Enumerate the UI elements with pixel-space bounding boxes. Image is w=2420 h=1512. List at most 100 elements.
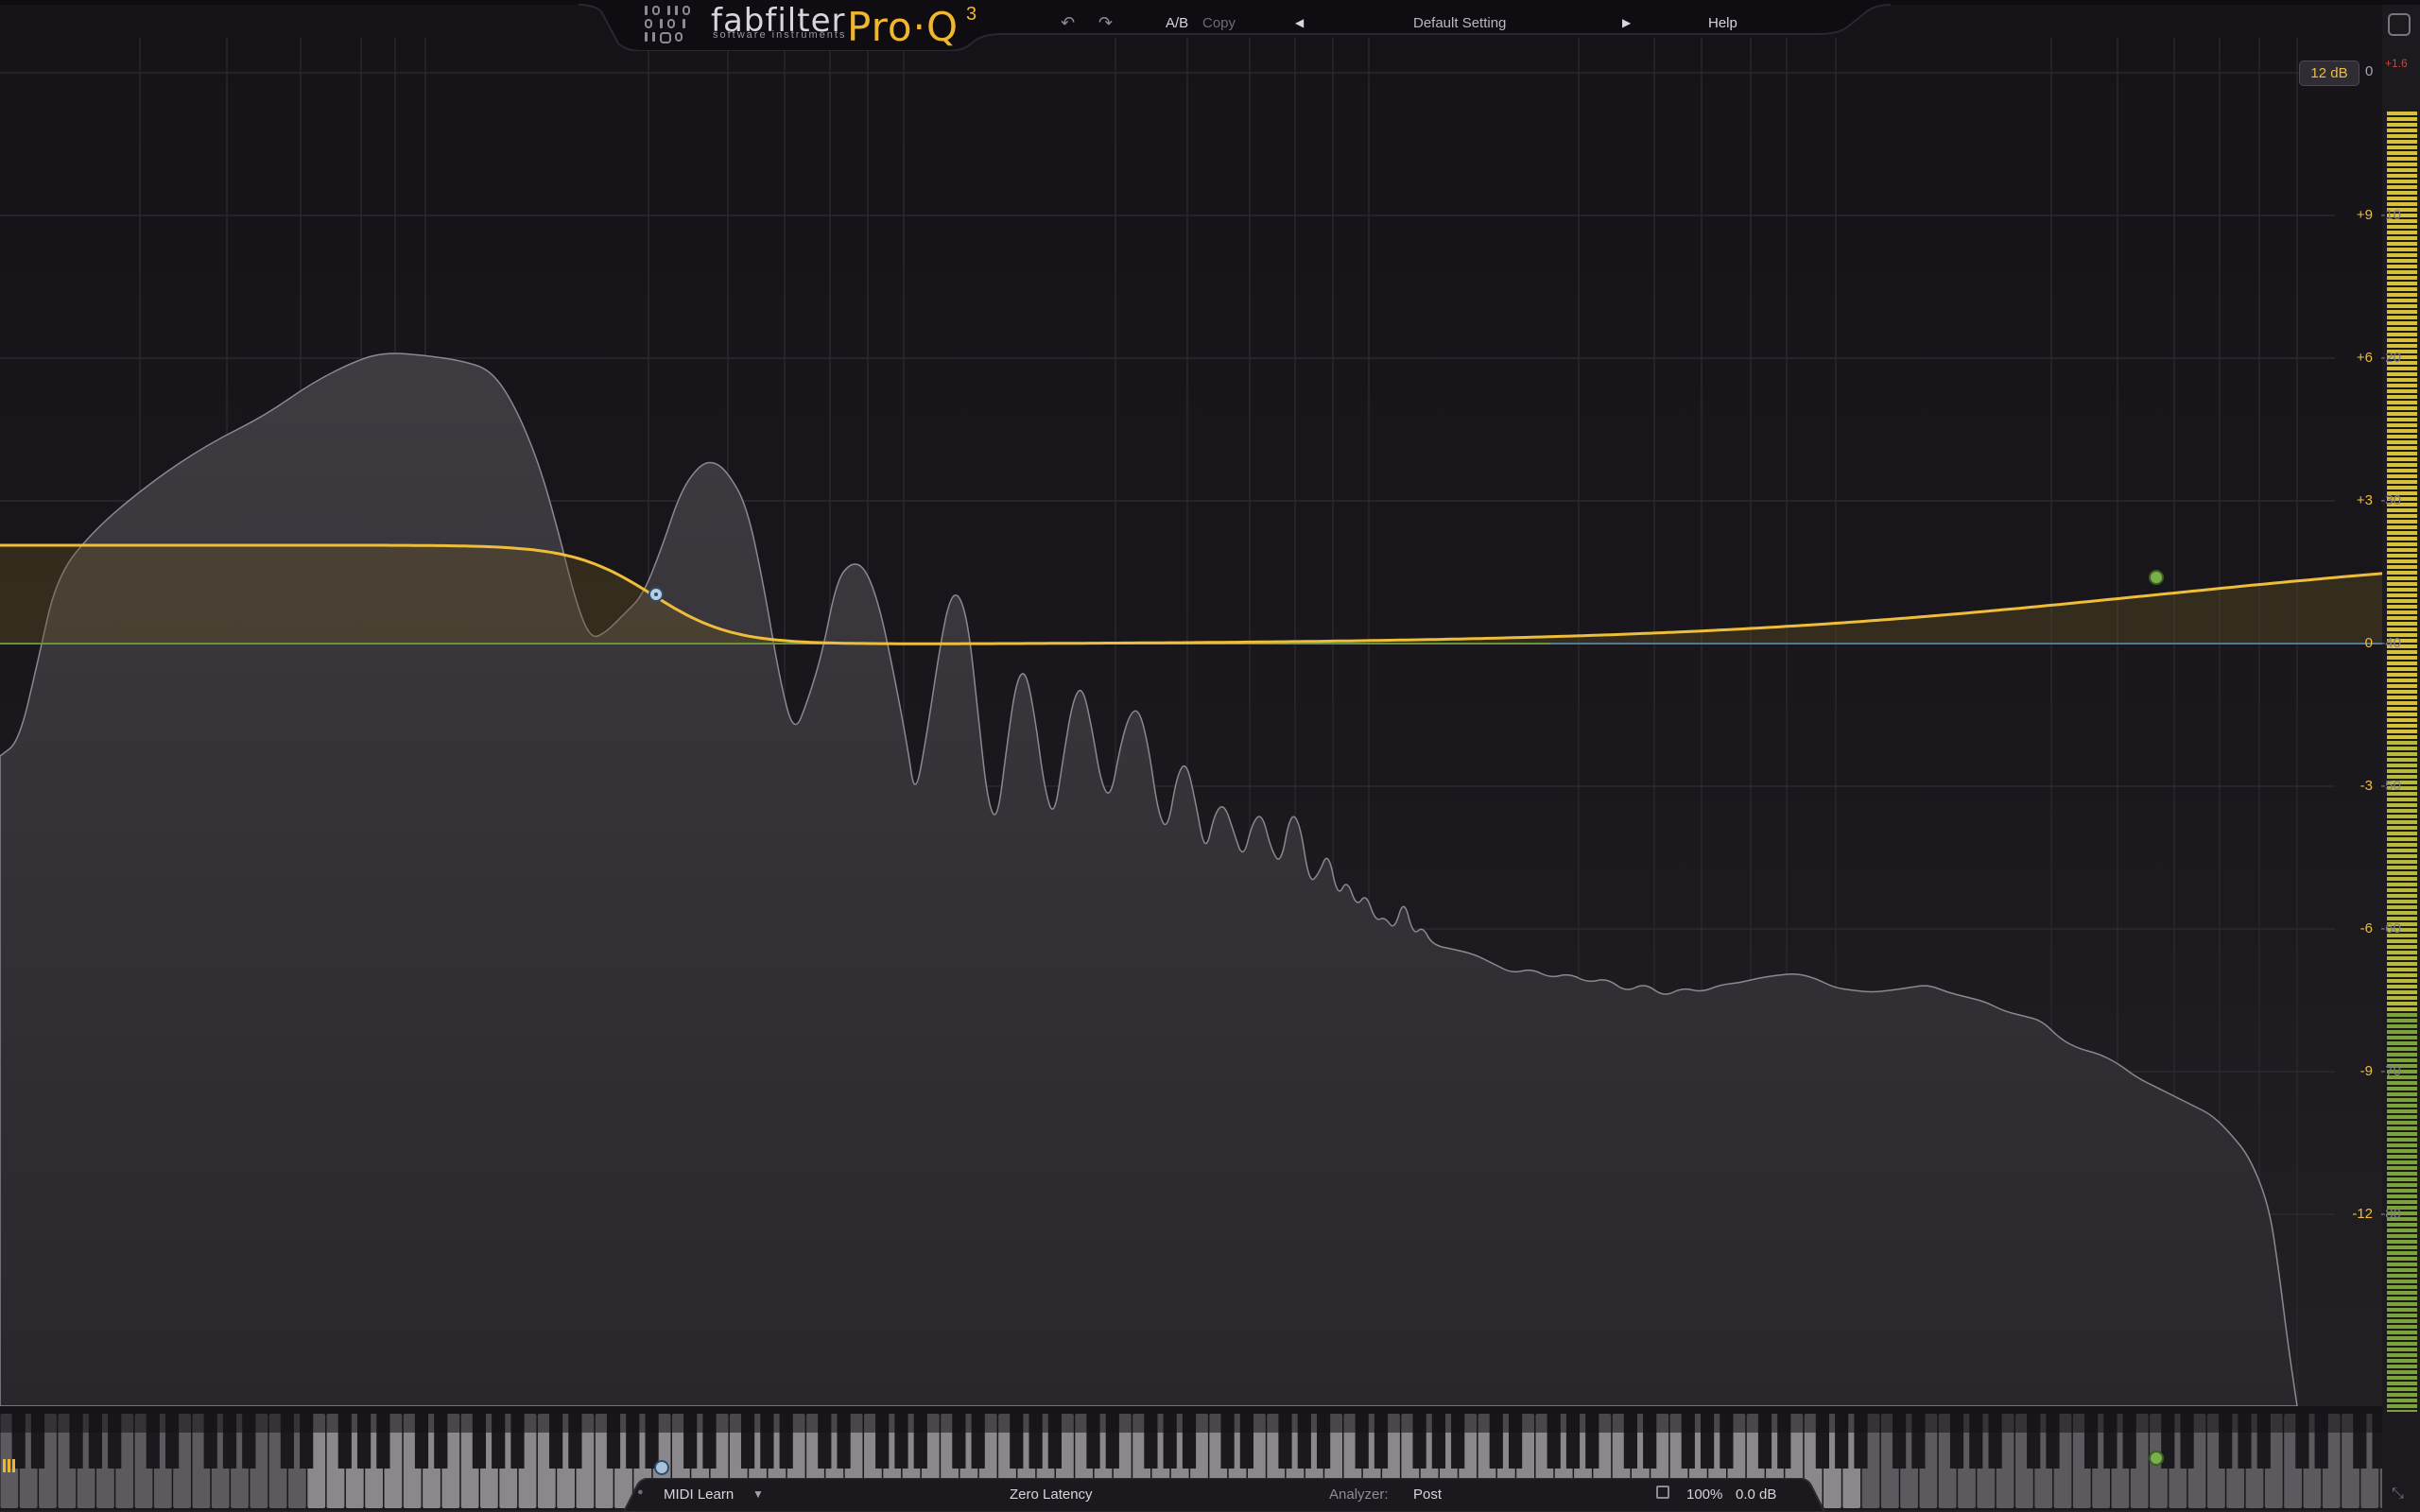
- meter-segment: [2387, 979, 2417, 983]
- help-button[interactable]: Help: [1708, 15, 1737, 31]
- meter-segment: [2387, 287, 2417, 291]
- meter-segment: [2387, 197, 2417, 200]
- midi-learn-button[interactable]: MIDI Learn: [664, 1486, 734, 1503]
- meter-segment: [2387, 344, 2417, 348]
- analyzer-mode-button[interactable]: Post: [1413, 1486, 1442, 1503]
- meter-segment: [2387, 310, 2417, 314]
- meter-segment: [2387, 480, 2417, 484]
- meter-segment: [2387, 1104, 2417, 1108]
- meter-segment: [2387, 117, 2417, 121]
- meter-segment: [2387, 1058, 2417, 1062]
- ab-toggle-button[interactable]: A/B: [1166, 15, 1188, 31]
- meter-segment: [2387, 900, 2417, 903]
- meter-segment: [2387, 1291, 2417, 1295]
- meter-segment: [2387, 293, 2417, 297]
- meter-segment: [2387, 854, 2417, 858]
- meter-segment: [2387, 769, 2417, 773]
- zoom-icon[interactable]: [1656, 1486, 1669, 1499]
- meter-segment: [2387, 803, 2417, 807]
- brand-subtitle: software instruments: [713, 29, 847, 41]
- zoom-value[interactable]: 100%: [1686, 1486, 1722, 1503]
- display-range-button[interactable]: 12 dB: [2299, 60, 2360, 86]
- fullscreen-icon[interactable]: [2388, 13, 2411, 36]
- meter-segment: [2387, 1194, 2417, 1198]
- meter-segment: [2387, 168, 2417, 172]
- copy-button[interactable]: Copy: [1202, 15, 1236, 31]
- meter-segment: [2387, 724, 2417, 728]
- meter-segment: [2387, 809, 2417, 813]
- analyzer-level-tick: -40: [2380, 635, 2401, 651]
- meter-segment: [2387, 1024, 2417, 1028]
- meter-segment: [2387, 554, 2417, 558]
- meter-segment: [2387, 1314, 2417, 1317]
- meter-segment: [2387, 1047, 2417, 1051]
- product-version: 3: [966, 4, 977, 25]
- meter-segment: [2387, 741, 2417, 745]
- meter-segment: [2387, 514, 2417, 518]
- meter-segment: [2387, 1342, 2417, 1346]
- analyzer-level-tick: -30: [2380, 492, 2401, 508]
- meter-segment: [2387, 378, 2417, 382]
- meter-segment: [2387, 849, 2417, 852]
- meter-segment: [2387, 1399, 2417, 1402]
- meter-segment: [2387, 1263, 2417, 1266]
- meter-segment: [2387, 627, 2417, 631]
- meter-segment: [2387, 1155, 2417, 1159]
- eq-display[interactable]: [0, 0, 2420, 1512]
- meter-segment: [2387, 446, 2417, 450]
- meter-segment: [2387, 667, 2417, 671]
- meter-segment: [2387, 1138, 2417, 1142]
- pro-q3-window: 12 dB 0 +1.6 +9 -10 +6 -20 +3 -30 0 -40 -3 -50 -6-…: [0, 0, 2420, 1512]
- piano-display-icon[interactable]: [3, 1459, 18, 1472]
- meter-segment: [2387, 429, 2417, 433]
- meter-segment: [2387, 163, 2417, 166]
- meter-segment: [2387, 389, 2417, 393]
- meter-segment: [2387, 259, 2417, 263]
- chevron-down-icon[interactable]: ▼: [752, 1487, 764, 1501]
- processing-mode-button[interactable]: Zero Latency: [1010, 1486, 1093, 1503]
- meter-segment: [2387, 520, 2417, 524]
- meter-segment: [2387, 1081, 2417, 1085]
- meter-segment: [2387, 1240, 2417, 1244]
- undo-icon[interactable]: ↶: [1061, 13, 1075, 33]
- meter-segment: [2387, 1013, 2417, 1017]
- meter-segment: [2387, 696, 2417, 699]
- meter-segment: [2387, 151, 2417, 155]
- meter-segment: [2387, 1393, 2417, 1397]
- meter-segment: [2387, 1228, 2417, 1232]
- meter-segment: [2387, 1251, 2417, 1255]
- meter-segment: [2387, 1365, 2417, 1368]
- meter-segment: [2387, 1092, 2417, 1096]
- meter-segment: [2387, 894, 2417, 898]
- band-2-node[interactable]: [2149, 570, 2164, 585]
- product-name: Pro·Q: [847, 4, 959, 50]
- bottom-bar: ● MIDI Learn ▼ Zero Latency Analyzer: Po…: [624, 1478, 1824, 1512]
- analyzer-level-tick: -70: [2380, 1063, 2401, 1079]
- output-gain-value[interactable]: 0.0 dB: [1736, 1486, 1776, 1503]
- meter-segment: [2387, 571, 2417, 575]
- triangle-left-icon[interactable]: ◀: [1295, 16, 1304, 29]
- meter-segment: [2387, 191, 2417, 195]
- meter-segment: [2387, 764, 2417, 767]
- meter-segment: [2387, 837, 2417, 841]
- meter-segment: [2387, 1098, 2417, 1102]
- meter-segment: [2387, 1126, 2417, 1130]
- meter-segment: [2387, 333, 2417, 336]
- meter-segment: [2387, 253, 2417, 257]
- meter-segment: [2387, 582, 2417, 586]
- meter-segment: [2387, 1370, 2417, 1374]
- meter-peak-readout[interactable]: +1.6: [2385, 57, 2408, 70]
- meter-segment: [2387, 123, 2417, 127]
- redo-icon[interactable]: ↷: [1098, 13, 1113, 33]
- meter-segment: [2387, 304, 2417, 308]
- meter-segment: [2387, 1172, 2417, 1176]
- meter-segment: [2387, 486, 2417, 490]
- resize-icon[interactable]: ⤡: [2392, 1486, 2404, 1503]
- triangle-right-icon[interactable]: ▶: [1622, 16, 1631, 29]
- preset-name-button[interactable]: Default Setting: [1413, 15, 1506, 31]
- band-1-node[interactable]: [648, 587, 664, 602]
- power-icon[interactable]: ●: [637, 1486, 644, 1498]
- meter-segment: [2387, 1007, 2417, 1011]
- meter-segment: [2387, 327, 2417, 331]
- meter-segment: [2387, 956, 2417, 960]
